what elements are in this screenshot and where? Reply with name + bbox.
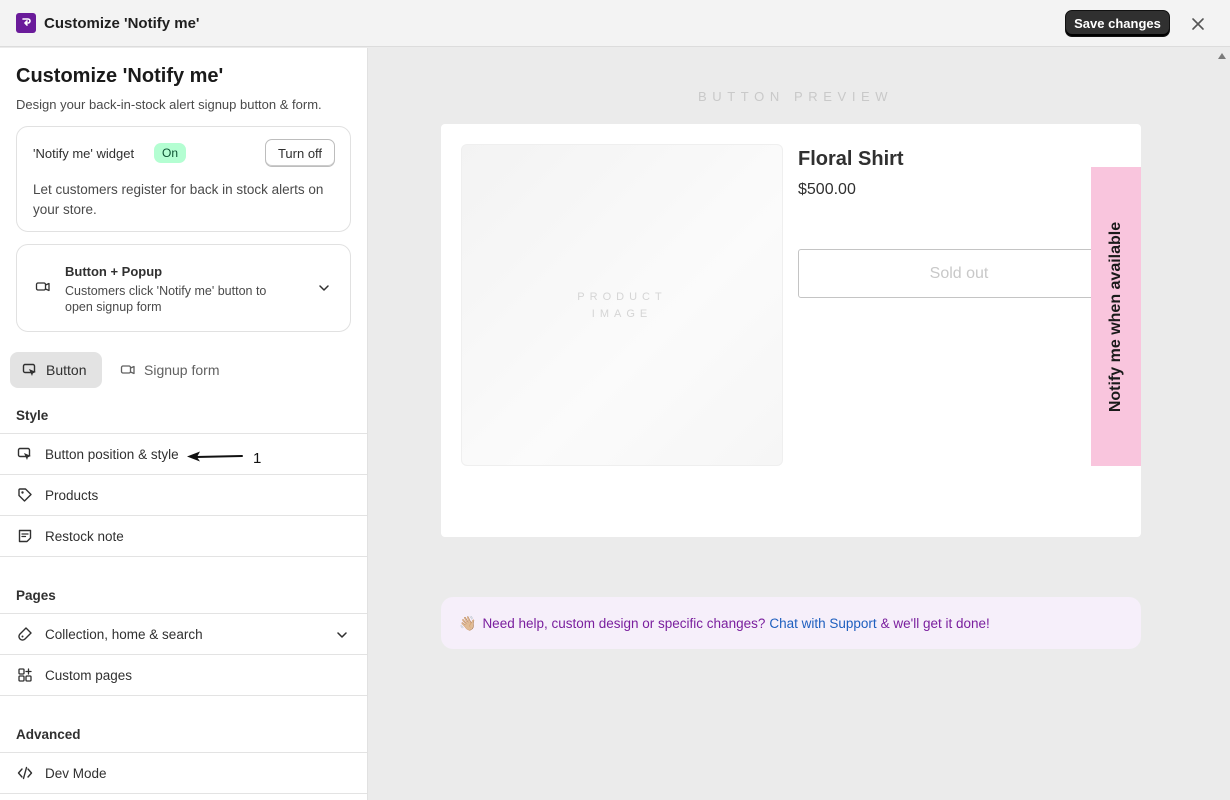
preview-card: PRODUCT IMAGE Floral Shirt $500.00 Sold …: [441, 124, 1141, 537]
product-image-text: PRODUCT IMAGE: [462, 289, 782, 323]
notify-button-label: Notify me when available: [1107, 221, 1124, 412]
page-subtitle: Design your back-in-stock alert signup b…: [16, 97, 322, 112]
page-title: Customize 'Notify me': [16, 65, 224, 87]
settings-sidebar: Customize 'Notify me' Design your back-i…: [0, 48, 368, 800]
popup-button-icon: [35, 282, 50, 292]
menu-item-products[interactable]: Products: [0, 474, 367, 515]
menu-item-label: Dev Mode: [45, 766, 107, 781]
tab-label: Button: [46, 362, 87, 378]
mode-title: Button + Popup: [65, 264, 163, 279]
menu-item-custom-pages[interactable]: Custom pages: [0, 654, 367, 695]
popup-form-icon: [120, 365, 135, 375]
section-heading-advanced: Advanced: [16, 727, 81, 742]
menu-item-dev-mode[interactable]: Dev Mode: [0, 752, 367, 793]
tab-signup-form[interactable]: Signup form: [108, 352, 228, 388]
menu-item-restock-note[interactable]: Restock note: [0, 515, 367, 556]
chat-with-support-link[interactable]: Chat with Support: [769, 616, 876, 631]
menu-item-label: Button position & style: [45, 447, 179, 462]
divider: [0, 556, 367, 557]
product-image-placeholder: PRODUCT IMAGE: [461, 144, 783, 466]
app-logo-icon: [16, 13, 36, 33]
close-icon[interactable]: [1186, 12, 1210, 36]
widget-status-card: 'Notify me' widget On Turn off Let custo…: [16, 126, 351, 232]
annotation-number: 1: [253, 450, 262, 467]
note-icon: [18, 529, 32, 543]
menu-item-button-position[interactable]: Button position & style: [0, 433, 367, 474]
help-text-after: & we'll get it done!: [880, 615, 990, 631]
apps-icon: [18, 668, 32, 682]
menu-item-collection-home-search[interactable]: Collection, home & search: [0, 613, 367, 654]
top-bar: Customize 'Notify me' Save changes: [0, 0, 1230, 47]
chevron-down-icon: [337, 632, 347, 638]
divider: [0, 793, 367, 794]
status-badge: On: [154, 143, 187, 163]
annotation-arrow-icon: [187, 451, 243, 462]
preview-label: BUTTON PREVIEW: [698, 89, 894, 104]
scroll-up-arrow-icon[interactable]: [1218, 53, 1226, 59]
tag-icon: [18, 488, 32, 502]
notify-me-floating-button[interactable]: Notify me when available: [1091, 167, 1141, 466]
product-name: Floral Shirt: [798, 148, 904, 170]
placeholder-line: PRODUCT: [577, 291, 667, 303]
placeholder-line: IMAGE: [591, 308, 653, 320]
tab-button[interactable]: Button: [10, 352, 102, 388]
divider: [0, 695, 367, 696]
turn-off-button[interactable]: Turn off: [265, 139, 335, 167]
widget-label: 'Notify me' widget: [33, 146, 135, 161]
paint-brush-icon: [18, 627, 32, 641]
product-price: $500.00: [798, 181, 856, 198]
tab-label: Signup form: [144, 362, 220, 378]
window-title: Customize 'Notify me': [44, 15, 200, 32]
help-banner: 👋🏼 Need help, custom design or specific …: [441, 597, 1141, 649]
wave-emoji-icon: 👋🏼: [459, 614, 477, 631]
save-changes-button[interactable]: Save changes: [1065, 10, 1170, 37]
menu-item-label: Custom pages: [45, 668, 133, 683]
widget-description: Let customers register for back in stock…: [33, 182, 324, 217]
menu-item-label: Collection, home & search: [45, 627, 203, 642]
mode-description: Customers click 'Notify me' button to op…: [65, 284, 267, 314]
menu-item-label: Products: [45, 488, 99, 503]
display-mode-select[interactable]: Button + Popup Customers click 'Notify m…: [16, 244, 351, 332]
cursor-click-icon: [17, 447, 31, 460]
section-heading-pages: Pages: [16, 588, 56, 603]
sold-out-button: Sold out: [798, 249, 1120, 298]
section-heading-style: Style: [16, 408, 49, 423]
scrollbar[interactable]: [1214, 48, 1230, 800]
menu-item-label: Restock note: [45, 529, 124, 544]
help-text: Need help, custom design or specific cha…: [482, 615, 766, 631]
chevron-down-icon: [319, 285, 329, 291]
code-icon: [17, 766, 33, 780]
cursor-click-icon: [22, 363, 36, 376]
